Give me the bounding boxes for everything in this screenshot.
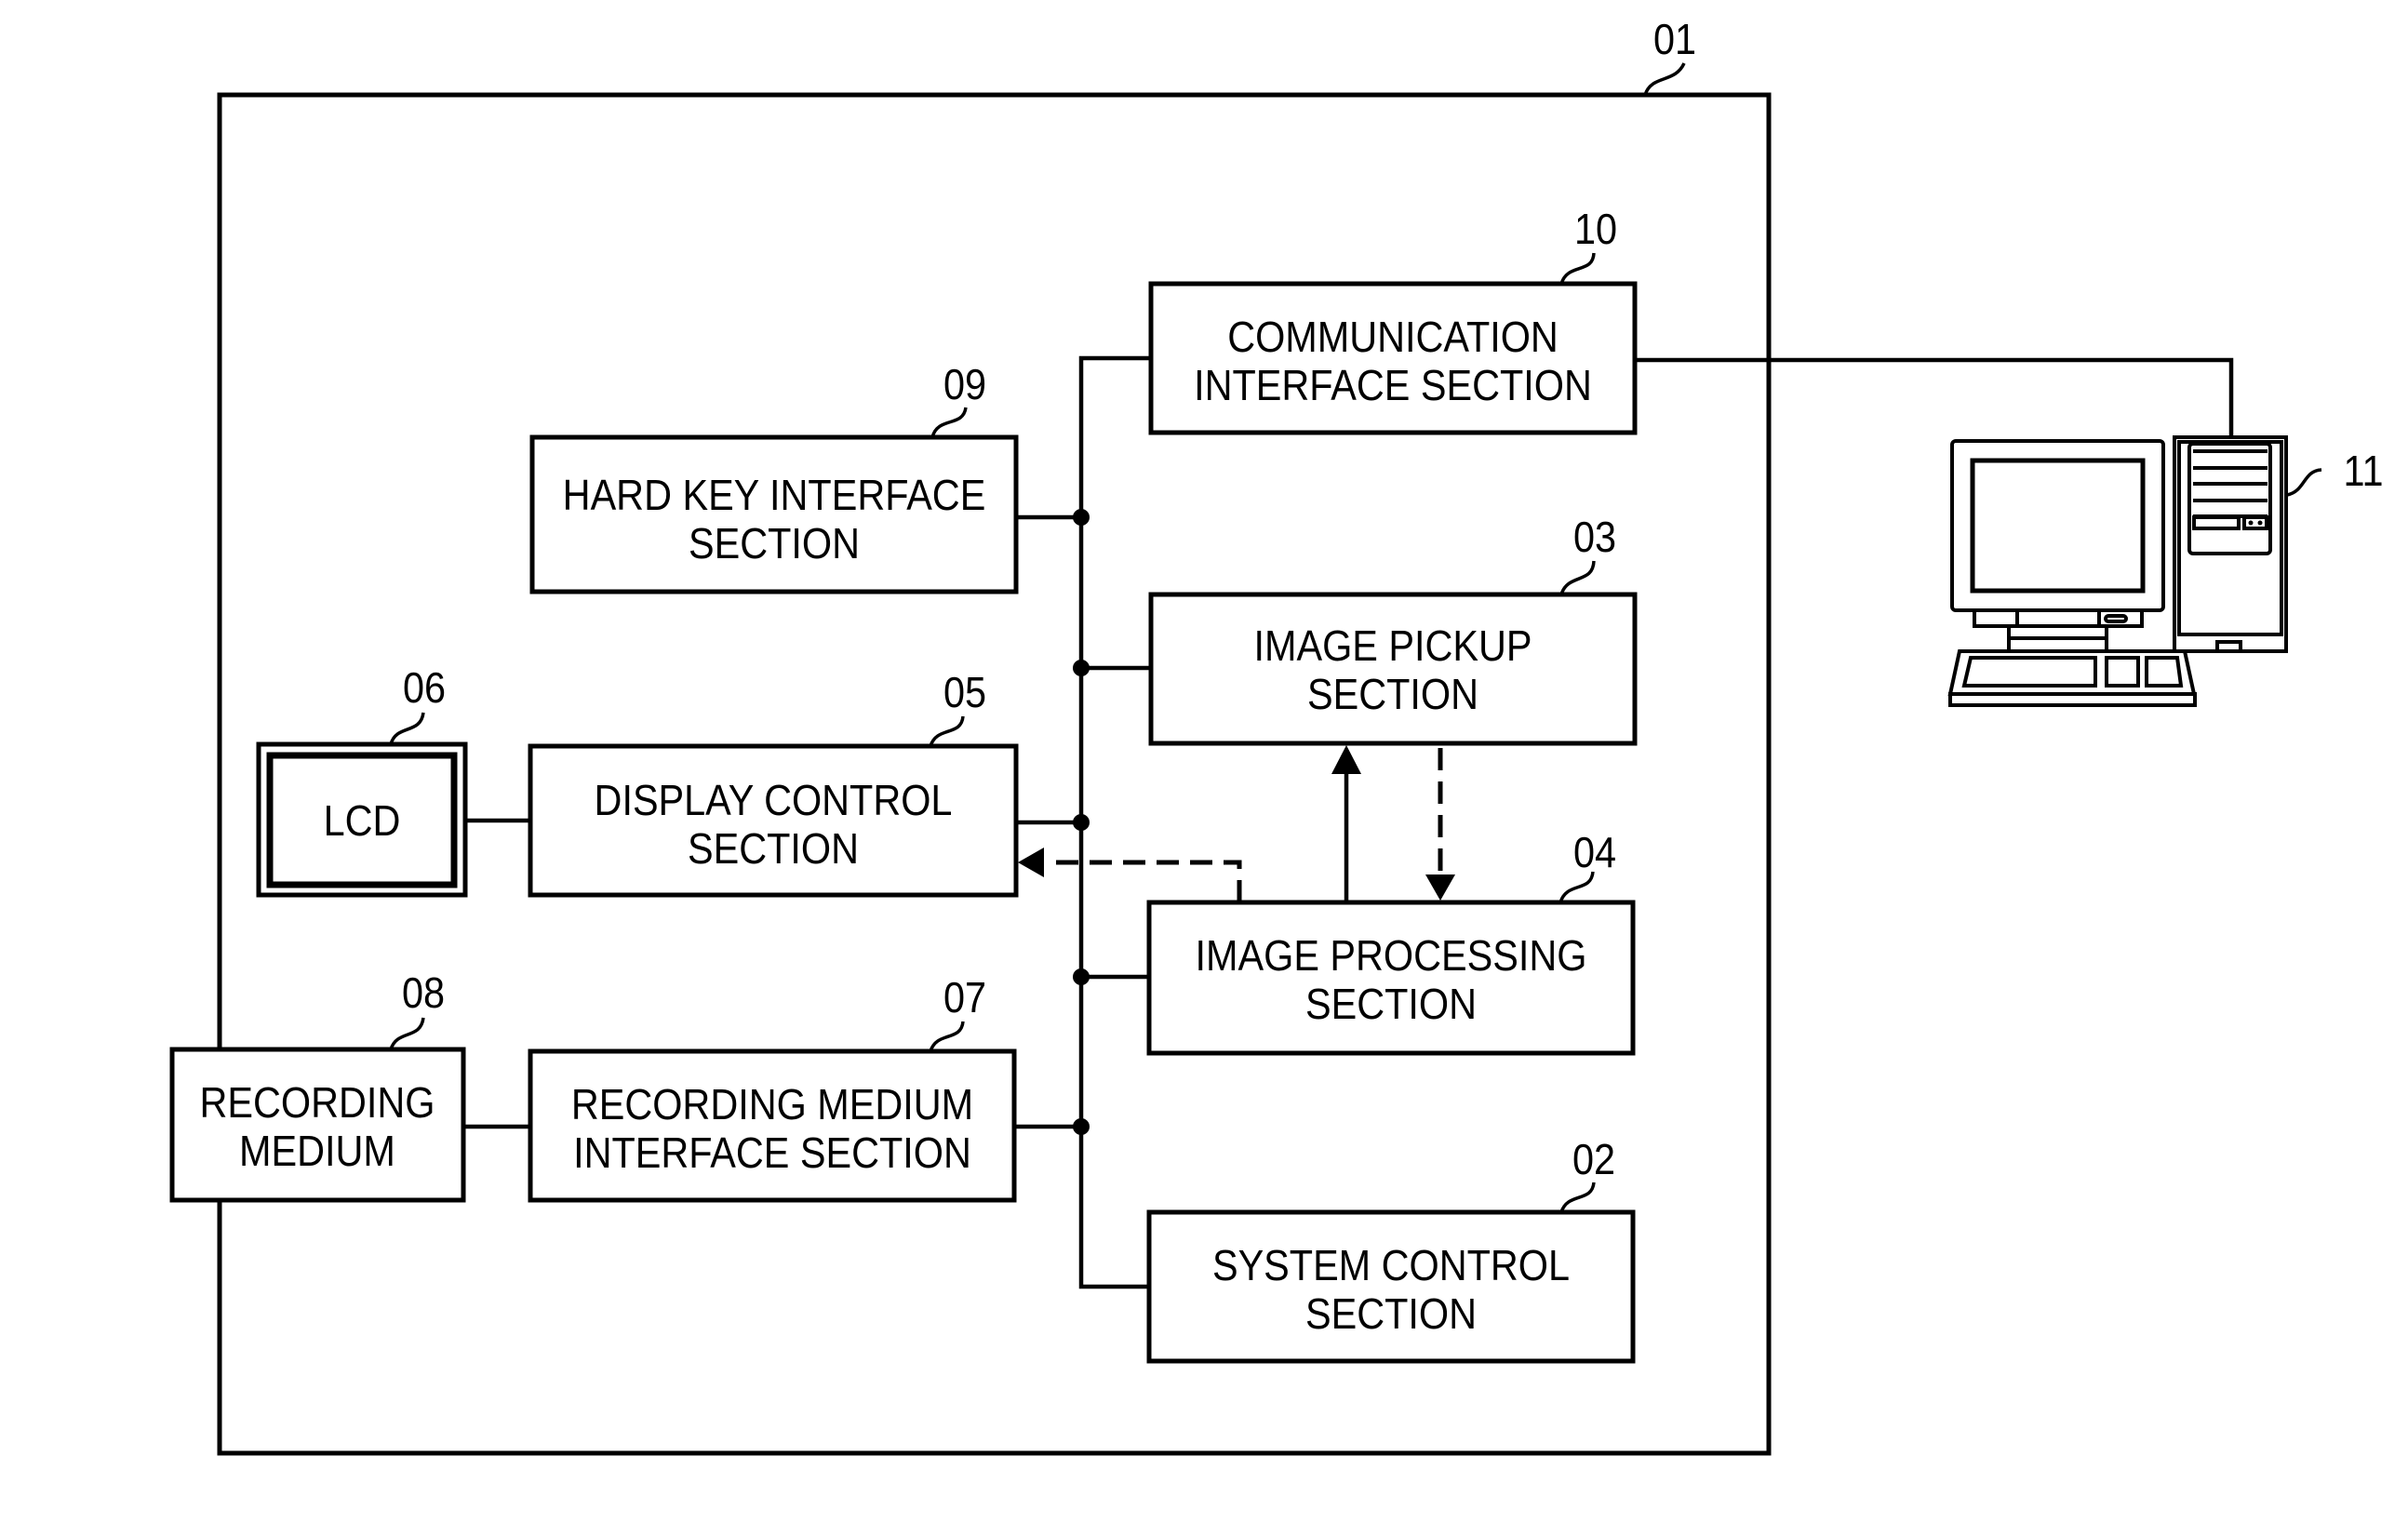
junction-dot bbox=[1073, 1118, 1090, 1135]
computer-icon[interactable] bbox=[1947, 435, 2288, 707]
block-label-line2: SECTION bbox=[1307, 671, 1478, 719]
block-image-processing[interactable]: IMAGE PROCESSING SECTION bbox=[1146, 900, 1636, 1056]
block-label-line2: SECTION bbox=[1305, 981, 1477, 1029]
block-label-line1: IMAGE PICKUP bbox=[1254, 622, 1532, 671]
monitor-screen bbox=[1970, 458, 2146, 594]
block-image-pickup[interactable]: IMAGE PICKUP SECTION bbox=[1148, 592, 1638, 746]
tower-buttons bbox=[2242, 515, 2268, 530]
block-recording-medium[interactable]: RECORDING MEDIUM bbox=[169, 1047, 466, 1203]
ref-label-hard-key: 09 bbox=[943, 361, 986, 409]
junction-dot bbox=[1073, 968, 1090, 985]
tower-power-button bbox=[2215, 640, 2242, 653]
junction-dot bbox=[1073, 509, 1090, 526]
junction-dot bbox=[1073, 814, 1090, 831]
tower-led bbox=[2257, 520, 2263, 526]
ref-label-system-control: 02 bbox=[1572, 1136, 1615, 1184]
block-label-line1: RECORDING bbox=[200, 1079, 435, 1128]
leader-computer bbox=[2286, 468, 2322, 497]
block-label-line2: MEDIUM bbox=[239, 1128, 395, 1176]
junction-dot bbox=[1073, 660, 1090, 676]
keyboard-main-keys bbox=[1961, 656, 2097, 688]
block-label-line1: IMAGE PROCESSING bbox=[1196, 932, 1587, 981]
ref-label-recording-medium-interface: 07 bbox=[943, 974, 986, 1022]
monitor-base-panel bbox=[2015, 608, 2101, 628]
block-label-line1: DISPLAY CONTROL bbox=[595, 777, 953, 825]
block-communication-interface[interactable]: COMMUNICATION INTERFACE SECTION bbox=[1148, 281, 1638, 435]
block-label-line2: SECTION bbox=[689, 520, 860, 568]
block-label-line2: INTERFACE SECTION bbox=[1194, 362, 1592, 410]
block-lcd[interactable]: LCD bbox=[256, 741, 468, 898]
block-recording-medium-interface[interactable]: RECORDING MEDIUM INTERFACE SECTION bbox=[528, 1048, 1017, 1203]
ref-label-image-pickup: 03 bbox=[1573, 514, 1616, 562]
block-label-line2: SECTION bbox=[688, 825, 859, 874]
block-display-control[interactable]: DISPLAY CONTROL SECTION bbox=[528, 743, 1019, 898]
block-label-line1: SYSTEM CONTROL bbox=[1212, 1242, 1570, 1290]
block-label-line1: LCD bbox=[324, 797, 401, 846]
monitor-button bbox=[2104, 614, 2128, 623]
keyboard-front bbox=[1948, 692, 2197, 707]
ref-label-display-control: 05 bbox=[943, 669, 986, 717]
tower-led bbox=[2248, 520, 2254, 526]
keyboard-arrow-keys bbox=[2105, 656, 2140, 688]
ref-label-computer: 11 bbox=[2344, 447, 2384, 496]
monitor-stand-lower bbox=[2007, 636, 2108, 653]
block-system-control[interactable]: SYSTEM CONTROL SECTION bbox=[1146, 1209, 1636, 1364]
ref-label-recording-medium: 08 bbox=[402, 969, 445, 1018]
ref-label-device: 01 bbox=[1653, 16, 1696, 64]
block-hard-key-interface[interactable]: HARD KEY INTERFACE SECTION bbox=[529, 434, 1019, 594]
ref-label-image-processing: 04 bbox=[1573, 829, 1616, 877]
block-label-line1: COMMUNICATION bbox=[1227, 314, 1559, 362]
block-diagram: 01 COMMUNICATION INTERFACE SECTION 10 HA… bbox=[169, 16, 2384, 1456]
block-label-line1: RECORDING MEDIUM bbox=[571, 1081, 973, 1129]
block-label-line1: HARD KEY INTERFACE bbox=[563, 472, 986, 520]
ref-label-communication: 10 bbox=[1574, 206, 1617, 254]
leader-device bbox=[1643, 62, 1686, 96]
block-label-line2: INTERFACE SECTION bbox=[573, 1129, 971, 1178]
keyboard-numpad bbox=[2145, 656, 2184, 688]
tower-drive-slot bbox=[2192, 515, 2241, 530]
ref-label-lcd: 06 bbox=[403, 664, 446, 713]
block-label-line2: SECTION bbox=[1305, 1290, 1477, 1339]
